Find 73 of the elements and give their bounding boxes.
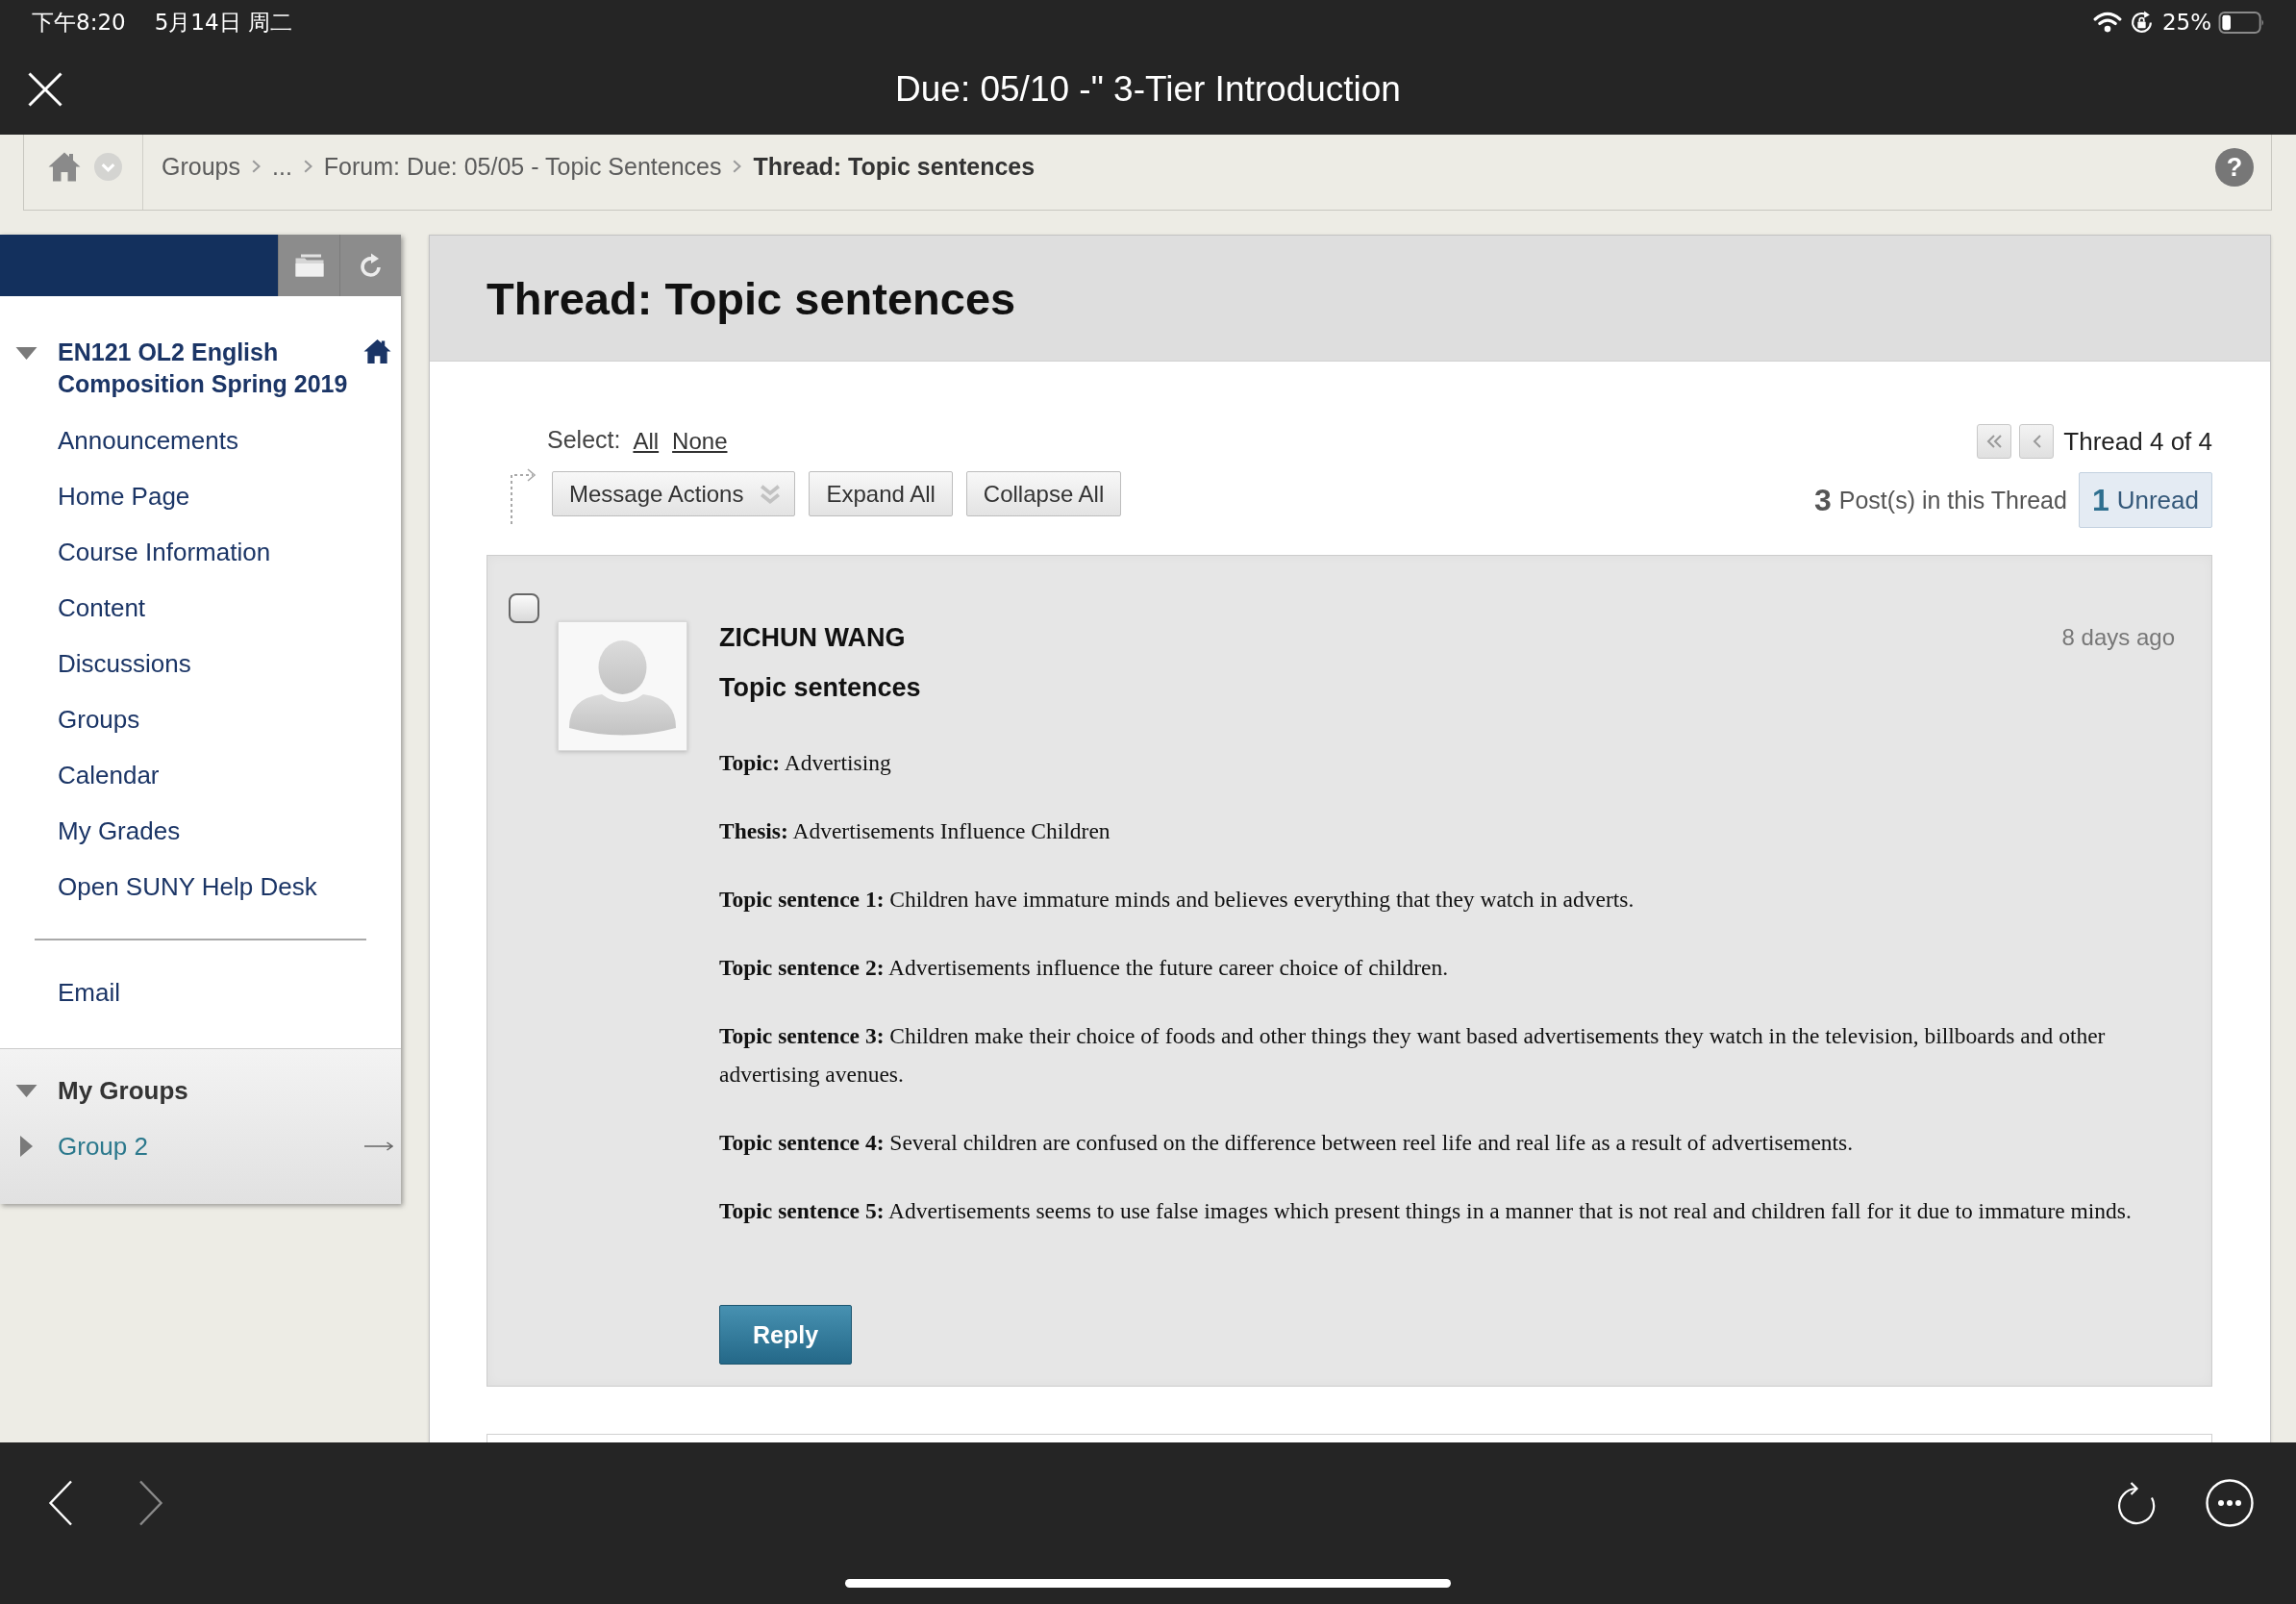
select-link[interactable]: All (633, 428, 660, 455)
double-chevron-left-icon (1985, 435, 2003, 448)
group-link[interactable]: Group 2 (58, 1131, 148, 1162)
chevron-right-icon (733, 160, 742, 173)
home-icon[interactable] (363, 338, 391, 364)
unread-badge[interactable]: 1 Unread (2078, 472, 2212, 528)
breadcrumb-link[interactable]: Groups (162, 152, 240, 181)
caret-right-icon[interactable] (20, 1136, 33, 1157)
post-paragraph: Topic sentence 2: Advertisements influence the future career choice of children. (719, 955, 1449, 980)
sidebar-link[interactable]: Open SUNY Help Desk (58, 871, 317, 902)
folder-icon (294, 254, 324, 277)
battery-percent: 25% (2161, 10, 2211, 35)
post-time: 8 days ago (2061, 624, 2175, 651)
unread-count: 1 (2091, 482, 2109, 518)
more-icon[interactable] (2206, 1479, 2254, 1527)
sidebar-link[interactable]: Content (58, 592, 146, 623)
sidebar-link[interactable]: Email (58, 977, 120, 1008)
thread-title: Thread: Topic sentences (487, 271, 1016, 325)
status-date: 5月14日 周二 (154, 8, 292, 37)
post-paragraph: Topic sentence 5: Advertisements seems to use false images which present things in a manner that is not real and children fall for it due to immature minds. (719, 1198, 2132, 1223)
chevron-right-icon (303, 160, 312, 173)
status-time: 下午8:20 (32, 8, 126, 37)
post-paragraph: Topic: Advertising (719, 750, 891, 775)
first-page-button[interactable] (1977, 424, 2012, 459)
sidebar-link[interactable]: My Grades (58, 815, 181, 846)
double-chevron-down-icon (760, 483, 782, 505)
refresh-icon (359, 253, 383, 278)
select-label: Select: (547, 425, 621, 454)
caret-down-icon[interactable] (15, 347, 37, 360)
pager-label: Thread 4 of 4 (2063, 426, 2212, 457)
arrow-right-icon[interactable] (364, 1141, 393, 1151)
reload-icon[interactable] (2115, 1481, 2158, 1525)
close-icon[interactable] (28, 72, 62, 107)
post-paragraph: Thesis: Advertisements Influence Children (719, 818, 1111, 843)
reply-button[interactable]: Reply (719, 1305, 852, 1365)
course-title[interactable]: EN121 OL2 English Composition Spring 2019 (58, 337, 363, 400)
sidebar-link[interactable]: Course Information (58, 537, 271, 567)
author-name: ZICHUN WANG (719, 622, 906, 653)
post-count-label: Post(s) in this Thread (1838, 486, 2067, 514)
avatar-icon (558, 621, 687, 751)
back-icon[interactable] (48, 1480, 73, 1526)
breadcrumb-link[interactable]: Forum: Due: 05/05 - Topic Sentences (323, 152, 722, 181)
battery-icon (2218, 11, 2265, 34)
previous-page-button[interactable] (2019, 424, 2055, 459)
action-button[interactable]: Expand All (809, 471, 953, 516)
post-subject: Topic sentences (719, 673, 921, 702)
select-link[interactable]: None (672, 428, 728, 455)
sidebar-link[interactable]: Calendar (58, 760, 160, 790)
chevron-right-icon (252, 160, 261, 173)
action-button[interactable]: Message Actions (552, 471, 796, 516)
post-checkbox[interactable] (509, 593, 539, 623)
post-paragraph: Topic sentence 1: Children have immature minds and believes everything that they watch in adverts. (719, 887, 1635, 912)
post-paragraph: Topic sentence 4: Several children are confused on the difference between reel life and real life as a result of advertisements. (719, 1130, 1854, 1155)
refresh-button[interactable] (339, 235, 401, 296)
caret-down-icon[interactable] (15, 1084, 37, 1097)
post-paragraph: Topic sentence 3: Children make their choice of foods and other things they want based advertisements they watch in the television, billboards and other advertising avenues. (719, 1023, 2106, 1087)
sidebar-link[interactable]: Announcements (58, 425, 238, 456)
sidebar-link[interactable]: Home Page (58, 481, 190, 512)
wifi-icon (2092, 12, 2122, 33)
action-button[interactable]: Collapse All (965, 471, 1122, 516)
connector-arrow-icon (510, 468, 537, 524)
section-title: My Groups (58, 1075, 188, 1106)
sidebar-link[interactable]: Discussions (58, 648, 191, 679)
unread-label: Unread (2116, 485, 2199, 515)
breadcrumb-link[interactable]: Thread: Topic sentences (753, 152, 1036, 181)
rotation-lock-icon (2129, 10, 2154, 35)
breadcrumb-link[interactable]: ... (272, 152, 292, 181)
folders-button[interactable] (278, 235, 339, 296)
help-button[interactable]: ? (2215, 148, 2254, 187)
chevron-left-icon (2032, 435, 2041, 448)
post-count: 3 (1814, 482, 1832, 518)
sidebar-link[interactable]: Groups (58, 704, 140, 735)
page-title: Due: 05/10 -" 3-Tier Introduction (895, 69, 1401, 110)
